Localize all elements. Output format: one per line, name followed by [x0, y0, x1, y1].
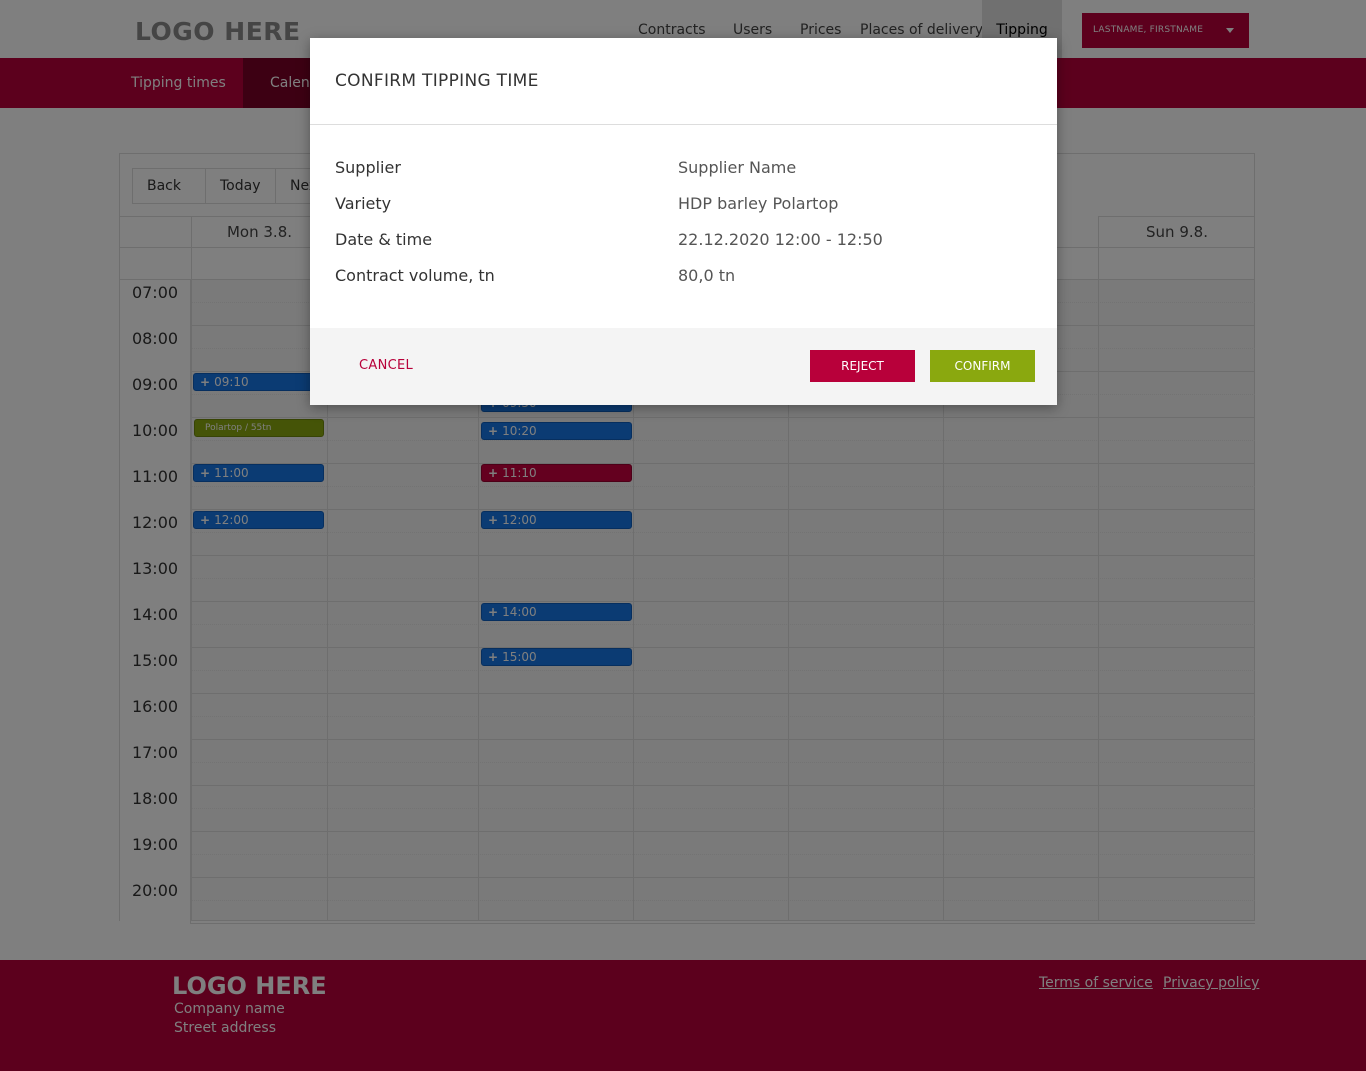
datetime-value: 22.12.2020 12:00 - 12:50 — [678, 230, 883, 249]
contract-volume-value: 80,0 tn — [678, 266, 736, 285]
variety-label: Variety — [335, 194, 392, 213]
confirm-button[interactable]: CONFIRM — [930, 350, 1035, 382]
confirm-tipping-modal: CONFIRM TIPPING TIME Supplier Supplier N… — [310, 38, 1057, 405]
supplier-label: Supplier — [335, 158, 401, 177]
modal-footer: CANCEL REJECT CONFIRM — [310, 328, 1057, 405]
cancel-button[interactable]: CANCEL — [359, 358, 413, 373]
divider — [310, 124, 1057, 125]
reject-button[interactable]: REJECT — [810, 350, 915, 382]
datetime-label: Date & time — [335, 230, 433, 249]
supplier-value: Supplier Name — [678, 158, 797, 177]
contract-volume-label: Contract volume, tn — [335, 266, 495, 285]
modal-title: CONFIRM TIPPING TIME — [335, 71, 539, 91]
variety-value: HDP barley Polartop — [678, 194, 839, 213]
